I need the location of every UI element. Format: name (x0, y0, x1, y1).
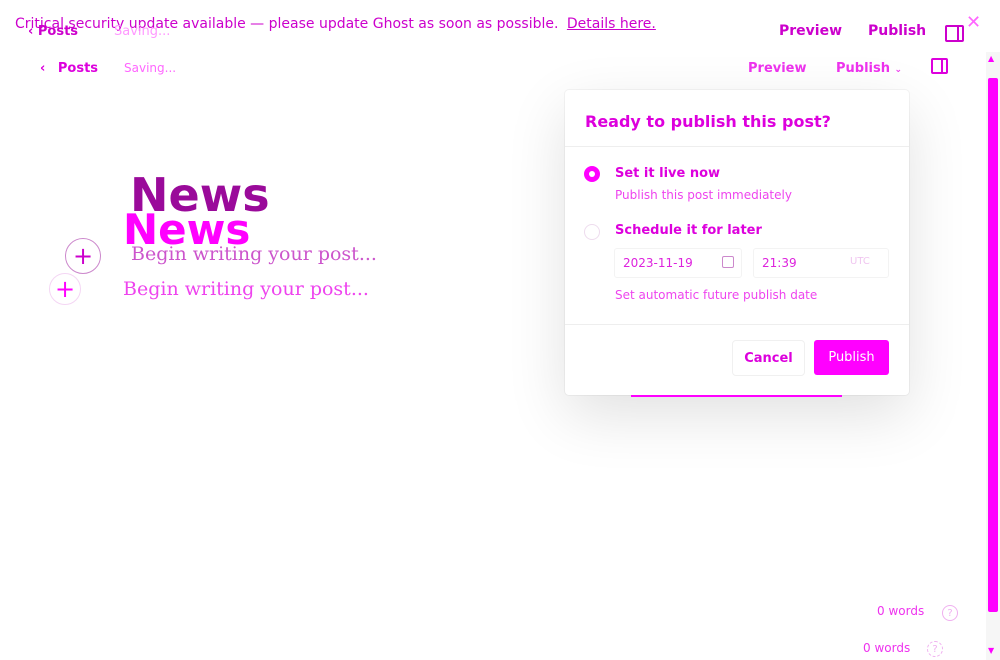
details-link[interactable]: Details here. (567, 16, 656, 32)
ghost-sidebar-toggle-icon (945, 25, 964, 42)
ghost-save-status: Saving... (114, 24, 171, 39)
ghost-preview-label: Preview (779, 23, 843, 39)
back-to-posts-label: Posts (57, 61, 99, 76)
add-card-button[interactable]: + (49, 273, 81, 305)
ghost-help-icon: ? (927, 641, 943, 657)
post-body-editor[interactable]: Begin writing your post... (123, 278, 369, 300)
option-schedule-description: Set automatic future publish date (615, 288, 818, 302)
scroll-up-arrow-icon[interactable]: ▲ (988, 54, 994, 63)
divider (565, 146, 909, 147)
option-schedule-label[interactable]: Schedule it for later (615, 223, 762, 238)
sidebar-toggle-icon[interactable] (931, 58, 948, 74)
security-notice-text: Critical security update available — ple… (15, 16, 559, 32)
option-set-live-label[interactable]: Set it live now (615, 166, 720, 181)
publish-menu-button[interactable]: Publish ⌄ (836, 61, 902, 76)
publish-menu-label: Publish (836, 61, 890, 76)
back-to-posts-link[interactable]: ‹ Posts (40, 61, 98, 76)
timezone-label: UTC (850, 256, 870, 267)
chevron-left-icon: ‹ (40, 61, 46, 76)
add-card-plus-icon[interactable]: + (65, 238, 101, 274)
option-set-live-description: Publish this post immediately (615, 188, 792, 202)
ghost-publish-label: Publish (868, 23, 927, 39)
word-count: 0 words (877, 604, 925, 618)
chevron-left-icon: ‹ (28, 24, 34, 39)
ghost-back-to-posts: ‹ Posts (28, 24, 78, 39)
close-notice-icon[interactable]: ✕ (966, 12, 981, 33)
scrollbar-thumb[interactable] (988, 78, 998, 612)
ghost-body-placeholder: Begin writing your post... (131, 243, 377, 265)
focus-underline (631, 395, 842, 397)
radio-set-live-now[interactable] (584, 166, 600, 182)
radio-schedule-later[interactable] (584, 224, 600, 240)
save-status: Saving... (124, 61, 177, 75)
cancel-button[interactable]: Cancel (732, 340, 805, 376)
ghost-word-count: 0 words (863, 641, 911, 655)
ghost-back-label: Posts (37, 24, 79, 39)
divider (565, 324, 909, 325)
chevron-down-icon: ⌄ (894, 65, 903, 75)
publish-button[interactable]: Publish (814, 340, 889, 375)
scroll-down-arrow-icon[interactable]: ▼ (988, 646, 994, 655)
publish-dialog: Ready to publish this post? Set it live … (565, 90, 909, 395)
calendar-icon[interactable] (722, 256, 734, 268)
publish-dialog-title: Ready to publish this post? (585, 112, 831, 131)
preview-button[interactable]: Preview (748, 61, 807, 76)
security-notice: Critical security update available — ple… (15, 16, 656, 32)
help-icon[interactable]: ? (942, 605, 958, 621)
